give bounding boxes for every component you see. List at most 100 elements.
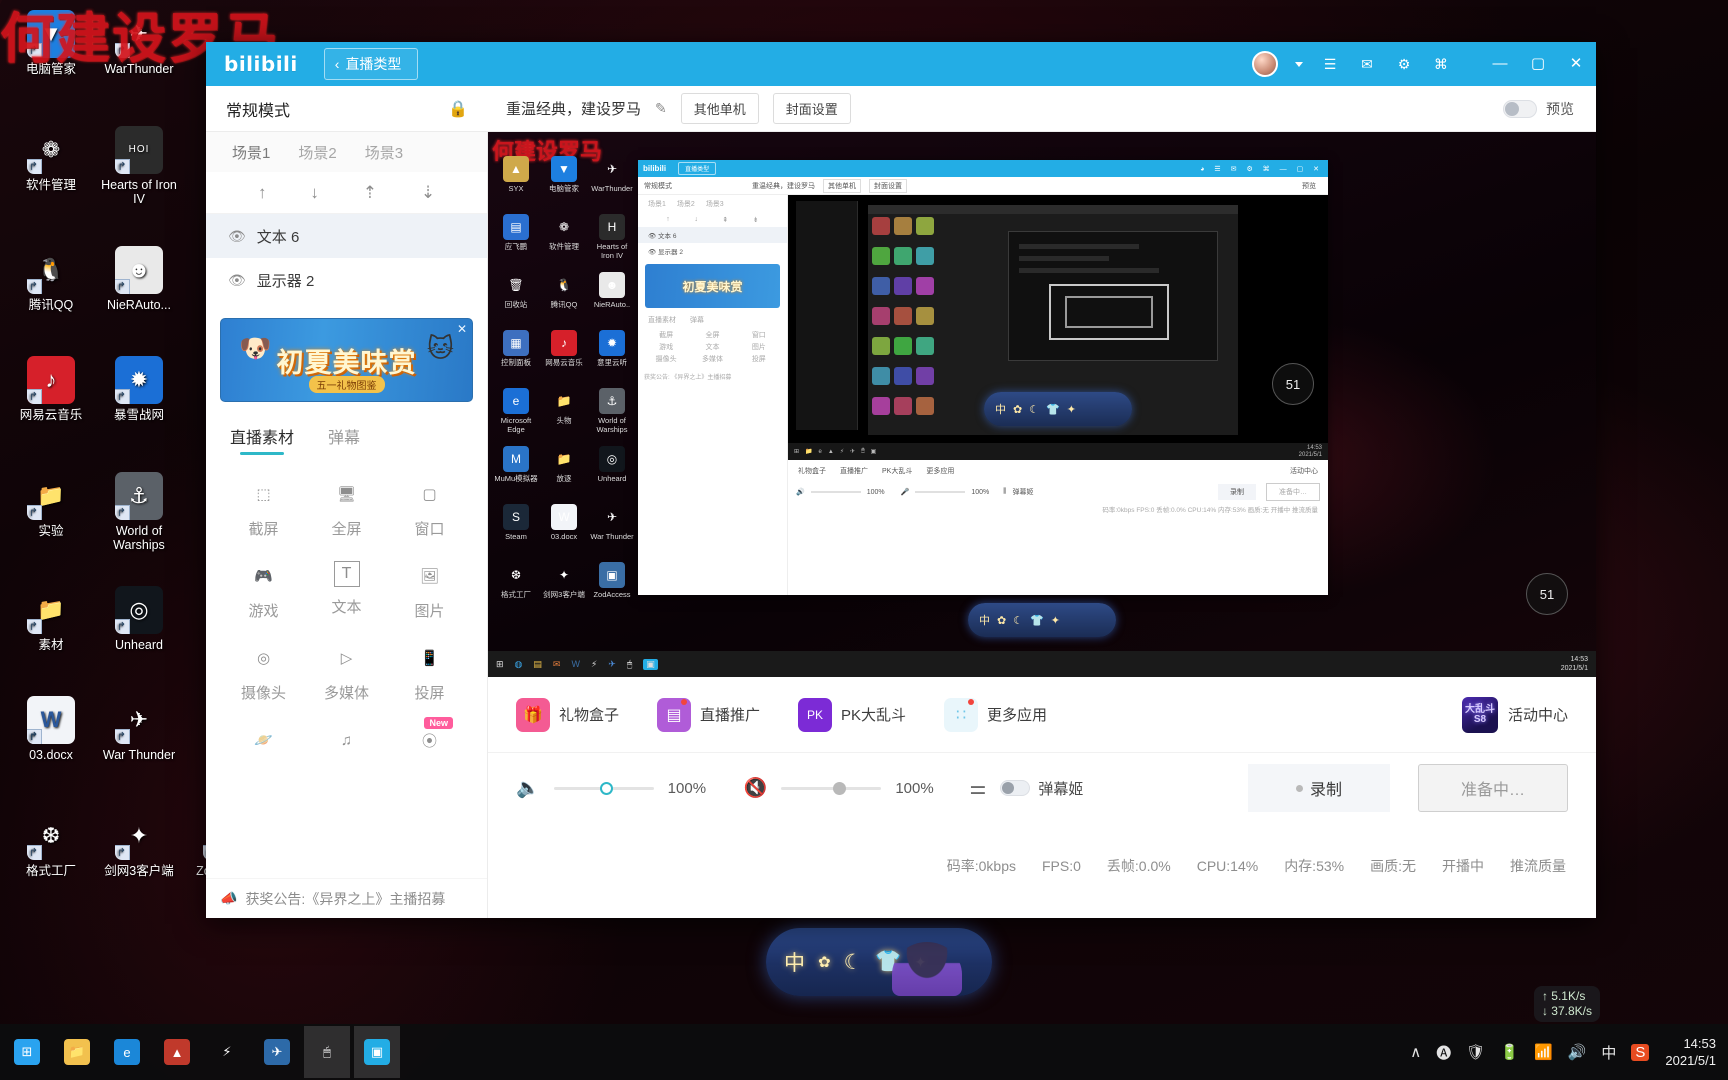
record-button[interactable]: 录制 bbox=[1248, 764, 1390, 812]
source-tab-2[interactable]: 弹幕 bbox=[328, 424, 360, 455]
speaker-slider[interactable] bbox=[553, 781, 654, 795]
desktop-icon-12[interactable]: W 03.docx bbox=[8, 696, 94, 762]
desktop-icon-15[interactable]: ✦ 剑网3客户端 bbox=[96, 812, 182, 879]
mic-slider[interactable] bbox=[781, 781, 882, 795]
taskbar-start-icon[interactable]: ⊞ bbox=[4, 1026, 50, 1078]
close-button[interactable]: ✕ bbox=[1568, 56, 1584, 72]
ime-punctuation-icon[interactable]: ✿ bbox=[818, 953, 831, 971]
tray-icon-0[interactable]: ∧ bbox=[1410, 1043, 1421, 1061]
menu-icon[interactable]: ☰ bbox=[1320, 54, 1340, 74]
source-item-游戏[interactable]: 🎮 游戏 bbox=[222, 551, 305, 627]
minimize-button[interactable]: — bbox=[1492, 56, 1508, 72]
cover-settings-button[interactable]: 封面设置 bbox=[772, 93, 851, 124]
layer-row[interactable]: 👁 文本 6 bbox=[206, 214, 487, 258]
desktop-icon-4[interactable]: 🐧 腾讯QQ bbox=[8, 246, 94, 313]
danmaku-toggle[interactable]: 弹幕姬 bbox=[1000, 778, 1083, 799]
scene-tab-3[interactable]: 场景3 bbox=[365, 142, 403, 163]
desktop-icon-7[interactable]: ✹ 暴雪战网 bbox=[96, 356, 182, 422]
promo-banner[interactable]: 🐶 初夏美味赏 🐱 五一礼物图鉴 ✕ bbox=[220, 318, 473, 402]
taskbar-clock[interactable]: 14:53 2021/5/1 bbox=[1665, 1035, 1728, 1069]
desktop-icon-13[interactable]: ✈ War Thunder bbox=[96, 696, 182, 763]
word-doc-icon: W bbox=[27, 696, 75, 744]
taskbar-app-red-icon[interactable]: ▲ bbox=[154, 1026, 200, 1078]
taskbar-bililive-task-icon[interactable]: ▣ bbox=[354, 1026, 400, 1078]
tray-icon-2[interactable]: 🛡 bbox=[1466, 1043, 1485, 1061]
source-item-窗口[interactable]: ▢ 窗口 bbox=[388, 469, 471, 545]
source-item-截屏[interactable]: ⬚ 截屏 bbox=[222, 469, 305, 545]
move-up-icon[interactable]: ↑ bbox=[258, 183, 267, 203]
promo-close-icon[interactable]: ✕ bbox=[457, 322, 467, 336]
mixer-icon[interactable]: ⚌ bbox=[969, 777, 986, 800]
taskbar-warthunder-task-icon[interactable]: ✈ bbox=[254, 1026, 300, 1078]
lock-icon[interactable]: 🔒 bbox=[448, 99, 468, 119]
taskbar-lightning-icon[interactable]: ⚡ bbox=[204, 1026, 250, 1078]
taskbar-folder-explorer-icon[interactable]: 📁 bbox=[54, 1026, 100, 1078]
tray-icon-4[interactable]: 📶 bbox=[1534, 1043, 1553, 1061]
app-直播推广[interactable]: ▤ 直播推广 bbox=[657, 697, 760, 732]
other-singleplayer-button[interactable]: 其他单机 bbox=[680, 93, 759, 124]
desktop-icon-11[interactable]: ◎ Unheard bbox=[96, 586, 182, 652]
desktop-icon-6[interactable]: ♪ 网易云音乐 bbox=[8, 356, 94, 422]
taskbar-mouse-icon[interactable]: 🖱 bbox=[304, 1026, 350, 1078]
tray-icon-5[interactable]: 🔊 bbox=[1568, 1043, 1587, 1061]
desktop-icon-2[interactable]: ❁ 软件管理 bbox=[8, 126, 94, 193]
eye-icon[interactable]: 👁 bbox=[228, 228, 246, 245]
app-PK大乱斗[interactable]: PK PK大乱斗 bbox=[798, 697, 906, 732]
ime-chinese-icon[interactable]: 中 bbox=[784, 947, 805, 977]
source-item-文本[interactable]: T 文本 bbox=[305, 551, 388, 627]
source-item-投屏[interactable]: 📱 投屏 bbox=[388, 633, 471, 709]
floating-ime-dock[interactable]: 中 ✿ ☾ 👕 ✦ bbox=[766, 928, 992, 996]
eye-icon[interactable]: 👁 bbox=[228, 272, 246, 289]
windows-taskbar: ⊞ 📁 e ▲ ⚡ ✈ 🖱 ▣ ∧ 🅐 🛡 🔋 📶 🔊 中 S 14:53 2021/5/1 bbox=[0, 1024, 1728, 1080]
live-category-button[interactable]: ‹ 直播类型 bbox=[323, 48, 419, 80]
share-icon[interactable]: ⌘ bbox=[1431, 54, 1451, 74]
desktop-icon-14[interactable]: ❆ 格式工厂 bbox=[8, 812, 94, 879]
tray-icon-3[interactable]: 🔋 bbox=[1500, 1043, 1519, 1061]
app-礼物盒子[interactable]: 🎁 礼物盒子 bbox=[516, 697, 619, 732]
mail-icon[interactable]: ✉ bbox=[1357, 54, 1377, 74]
source-item-图片[interactable]: 🖼 图片 bbox=[388, 551, 471, 627]
source-item-planet-icon[interactable]: 🪐 bbox=[222, 715, 305, 770]
desktop-icon-9[interactable]: ⚓ World of Warships bbox=[96, 472, 182, 552]
preview-toggle-wrap[interactable]: 预览 bbox=[1503, 99, 1574, 119]
source-item-全屏[interactable]: 🖥 全屏 bbox=[305, 469, 388, 545]
speaker-slider-knob[interactable] bbox=[599, 781, 613, 795]
scene-tab-1[interactable]: 场景1 bbox=[232, 142, 270, 163]
source-tab-1[interactable]: 直播素材 bbox=[230, 424, 294, 455]
avatar[interactable] bbox=[1252, 51, 1278, 77]
move-down-icon[interactable]: ↓ bbox=[310, 183, 319, 203]
mic-slider-knob[interactable] bbox=[833, 781, 847, 795]
source-item-sound-effect-icon[interactable]: ⦿ New bbox=[388, 715, 471, 770]
layer-row[interactable]: 👁 显示器 2 bbox=[206, 258, 487, 302]
captured-level2-icon-10 bbox=[894, 307, 912, 325]
announcement-bar[interactable]: 📣 获奖公告:《异界之上》主播招募 bbox=[206, 878, 487, 918]
desktop-icon-3[interactable]: HOI Hearts of Iron IV bbox=[96, 126, 182, 206]
chevron-down-icon[interactable] bbox=[1295, 61, 1303, 67]
move-bottom-icon[interactable]: ⇣ bbox=[421, 183, 435, 203]
activity-center[interactable]: 大乱斗 S8 活动中心 bbox=[1461, 696, 1568, 733]
app-更多应用[interactable]: ∷ 更多应用 bbox=[944, 697, 1047, 732]
move-top-icon[interactable]: ⇡ bbox=[363, 183, 377, 203]
gear-icon[interactable]: ⚙ bbox=[1394, 54, 1414, 74]
tray-icon-7[interactable]: S bbox=[1631, 1043, 1650, 1061]
go-live-button[interactable]: 准备中… bbox=[1418, 764, 1568, 812]
desktop-icon-5[interactable]: ☻ NieRAuto... bbox=[96, 246, 182, 312]
scene-tab-2[interactable]: 场景2 bbox=[298, 142, 336, 163]
preview-stage[interactable]: 何建设罗马 ▲ SYX ▼ 电脑管家 ✈ WarThunder ▤ 应飞鹏 ❁ 软件管理 H Hear… bbox=[488, 132, 1596, 677]
desktop-icon-10[interactable]: 📁 素材 bbox=[8, 586, 94, 653]
edit-icon[interactable]: ✎ bbox=[655, 100, 667, 117]
mic-muted-icon[interactable]: 🔇 bbox=[744, 776, 768, 800]
source-item-多媒体[interactable]: ▷ 多媒体 bbox=[305, 633, 388, 709]
tray-icon-6[interactable]: 中 bbox=[1601, 1042, 1616, 1063]
taskbar-edge-icon[interactable]: e bbox=[104, 1026, 150, 1078]
desktop-icon-8[interactable]: 📁 实验 bbox=[8, 472, 94, 539]
speaker-icon[interactable]: 🔈 bbox=[516, 776, 540, 800]
danmaku-switch[interactable] bbox=[1000, 780, 1031, 796]
ime-moon-icon[interactable]: ☾ bbox=[844, 950, 863, 975]
preview-toggle[interactable] bbox=[1503, 99, 1537, 118]
maximize-button[interactable]: ▢ bbox=[1530, 56, 1546, 72]
source-item-摄像头[interactable]: ◎ 摄像头 bbox=[222, 633, 305, 709]
captured-source-0: 截屏 bbox=[659, 332, 674, 339]
source-item-music-note-icon[interactable]: ♫ bbox=[305, 715, 388, 770]
tray-icon-1[interactable]: 🅐 bbox=[1436, 1042, 1451, 1063]
